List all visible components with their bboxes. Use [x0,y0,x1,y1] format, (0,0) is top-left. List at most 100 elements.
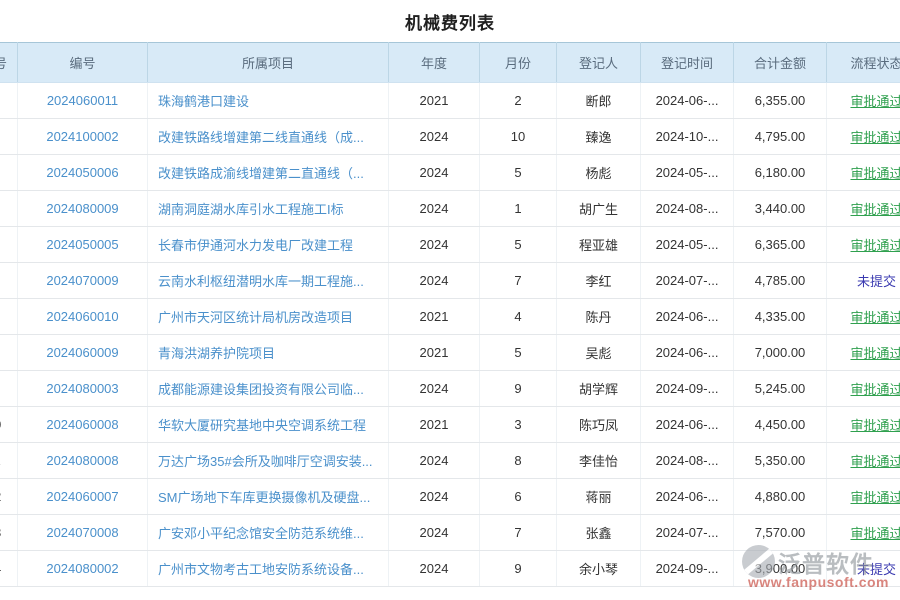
cell-project[interactable]: 成都能源建设集团投资有限公司临... [148,371,389,407]
status-link[interactable]: 审批通过 [850,346,900,361]
cell-code[interactable]: 2024050005 [18,227,148,263]
cell-code[interactable]: 2024060011 [18,83,148,119]
code-link[interactable]: 2024050005 [46,237,118,252]
cell-status[interactable]: 审批通过 [827,371,900,407]
cell-code[interactable]: 2024080003 [18,371,148,407]
cell-code[interactable]: 2024060009 [18,335,148,371]
status-link[interactable]: 审批通过 [850,490,900,505]
code-link[interactable]: 2024100002 [46,129,118,144]
cell-registrant: 陈丹 [557,299,641,335]
cell-project[interactable]: 改建铁路线增建第二线直通线（成... [148,119,389,155]
cell-status[interactable]: 未提交 [827,551,900,587]
cell-code[interactable]: 2024050006 [18,155,148,191]
project-link[interactable]: 长春市伊通河水力发电厂改建工程 [158,238,353,253]
project-link[interactable]: 广州市文物考古工地安防系统设备... [158,562,364,577]
cell-project[interactable]: 华软大厦研究基地中央空调系统工程 [148,407,389,443]
cell-code[interactable]: 2024080009 [18,191,148,227]
cell-status[interactable]: 审批通过 [827,335,900,371]
cell-status[interactable]: 审批通过 [827,155,900,191]
cell-project[interactable]: 广安邓小平纪念馆安全防范系统维... [148,515,389,551]
cell-code[interactable]: 2024080002 [18,551,148,587]
cell-year: 2024 [389,515,480,551]
cell-code[interactable]: 2024080008 [18,443,148,479]
status-link[interactable]: 审批通过 [850,382,900,397]
status-link[interactable]: 审批通过 [850,130,900,145]
cell-project[interactable]: 珠海鹤港口建设 [148,83,389,119]
code-link[interactable]: 2024050006 [46,165,118,180]
cell-code[interactable]: 2024070008 [18,515,148,551]
code-link[interactable]: 2024080009 [46,201,118,216]
cell-reg_time: 2024-05-... [641,155,734,191]
cell-project[interactable]: 云南水利枢纽潜明水库一期工程施... [148,263,389,299]
cell-project[interactable]: 广州市天河区统计局机房改造项目 [148,299,389,335]
cell-project[interactable]: SM广场地下车库更换摄像机及硬盘... [148,479,389,515]
status-link[interactable]: 审批通过 [850,166,900,181]
status-link[interactable]: 审批通过 [850,238,900,253]
cell-status[interactable]: 审批通过 [827,479,900,515]
code-link[interactable]: 2024080003 [46,381,118,396]
status-link[interactable]: 未提交 [857,274,896,289]
project-link[interactable]: 改建铁路线增建第二线直通线（成... [158,130,364,145]
cell-code[interactable]: 2024060007 [18,479,148,515]
cell-status[interactable]: 未提交 [827,263,900,299]
cell-code[interactable]: 2024100002 [18,119,148,155]
cell-project[interactable]: 万达广场35#会所及咖啡厅空调安装... [148,443,389,479]
code-link[interactable]: 2024070009 [46,273,118,288]
cell-status[interactable]: 审批通过 [827,443,900,479]
project-link[interactable]: 珠海鹤港口建设 [158,94,249,109]
cell-status[interactable]: 审批通过 [827,407,900,443]
cell-project[interactable]: 湖南洞庭湖水库引水工程施工I标 [148,191,389,227]
status-link[interactable]: 审批通过 [850,202,900,217]
cell-month: 4 [480,299,557,335]
cell-status[interactable]: 审批通过 [827,119,900,155]
code-link[interactable]: 2024060008 [46,417,118,432]
status-link[interactable]: 审批通过 [850,418,900,433]
cell-year: 2024 [389,119,480,155]
cell-project[interactable]: 长春市伊通河水力发电厂改建工程 [148,227,389,263]
cell-project[interactable]: 广州市文物考古工地安防系统设备... [148,551,389,587]
cell-status[interactable]: 审批通过 [827,83,900,119]
project-link[interactable]: 改建铁路成渝线增建第二直通线（... [158,166,364,181]
cell-project[interactable]: 改建铁路成渝线增建第二直通线（... [148,155,389,191]
project-link[interactable]: SM广场地下车库更换摄像机及硬盘... [158,490,370,505]
code-link[interactable]: 2024070008 [46,525,118,540]
cell-seq: 14 [0,551,18,587]
cell-reg_time: 2024-09-... [641,551,734,587]
cell-month: 3 [480,407,557,443]
code-link[interactable]: 2024080002 [46,561,118,576]
project-link[interactable]: 成都能源建设集团投资有限公司临... [158,382,364,397]
status-link[interactable]: 审批通过 [850,526,900,541]
column-header-total: 合计金额 [734,43,827,83]
cell-status[interactable]: 审批通过 [827,299,900,335]
total-value: 3,440.00 [755,201,806,216]
project-link[interactable]: 青海洪湖养护院项目 [158,346,275,361]
cell-month: 1 [480,191,557,227]
year-value: 2024 [420,453,449,468]
cell-year: 2024 [389,227,480,263]
code-link[interactable]: 2024060010 [46,309,118,324]
year-value: 2024 [420,561,449,576]
code-link[interactable]: 2024060007 [46,489,118,504]
status-link[interactable]: 未提交 [857,562,896,577]
project-link[interactable]: 湖南洞庭湖水库引水工程施工I标 [158,202,344,217]
table-row: 22024100002改建铁路线增建第二线直通线（成...202410臻逸202… [0,119,900,155]
project-link[interactable]: 云南水利枢纽潜明水库一期工程施... [158,274,364,289]
code-link[interactable]: 2024060009 [46,345,118,360]
status-link[interactable]: 审批通过 [850,310,900,325]
project-link[interactable]: 广安邓小平纪念馆安全防范系统维... [158,526,364,541]
status-link[interactable]: 审批通过 [850,454,900,469]
cell-status[interactable]: 审批通过 [827,191,900,227]
status-link[interactable]: 审批通过 [850,94,900,109]
code-link[interactable]: 2024060011 [47,93,118,108]
project-link[interactable]: 万达广场35#会所及咖啡厅空调安装... [158,454,373,469]
cell-project[interactable]: 青海洪湖养护院项目 [148,335,389,371]
cell-code[interactable]: 2024060008 [18,407,148,443]
cell-status[interactable]: 审批通过 [827,515,900,551]
code-link[interactable]: 2024080008 [46,453,118,468]
cell-code[interactable]: 2024060010 [18,299,148,335]
seq-value: 11 [0,453,1,468]
cell-code[interactable]: 2024070009 [18,263,148,299]
cell-status[interactable]: 审批通过 [827,227,900,263]
project-link[interactable]: 广州市天河区统计局机房改造项目 [158,310,353,325]
project-link[interactable]: 华软大厦研究基地中央空调系统工程 [158,418,366,433]
